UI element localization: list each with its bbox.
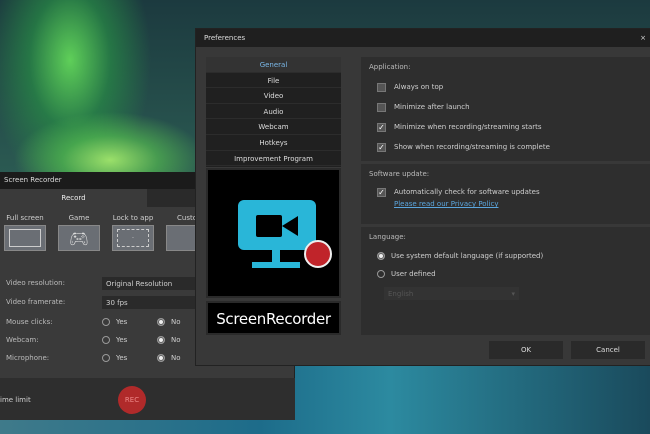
software-update-section: Software update: ✓ Automatically check fo… bbox=[361, 164, 650, 224]
framerate-label: Video framerate: bbox=[6, 298, 66, 306]
nav-video[interactable]: Video bbox=[206, 88, 341, 104]
nav-file[interactable]: File bbox=[206, 73, 341, 89]
auto-update-checkbox[interactable]: ✓ Automatically check for software update… bbox=[369, 184, 643, 200]
language-section: Language: Use system default language (i… bbox=[361, 227, 650, 335]
cancel-button[interactable]: Cancel bbox=[571, 341, 645, 359]
mouse-clicks-label: Mouse clicks: bbox=[6, 318, 53, 326]
lock-to-app-icon: · bbox=[112, 225, 154, 251]
microphone-label: Microphone: bbox=[6, 354, 50, 362]
preferences-nav: General File Video Audio Webcam Hotkeys … bbox=[206, 57, 341, 167]
check-icon: ✓ bbox=[377, 122, 386, 132]
mode-full-screen[interactable]: Full screen bbox=[4, 214, 46, 251]
check-icon: ✓ bbox=[377, 187, 386, 197]
webcam-label: Webcam: bbox=[6, 336, 39, 344]
section-title: Software update: bbox=[369, 170, 430, 178]
ok-button[interactable]: OK bbox=[489, 341, 563, 359]
privacy-policy-link[interactable]: Please read our Privacy Policy bbox=[369, 200, 643, 208]
nav-webcam[interactable]: Webcam bbox=[206, 119, 341, 135]
show-when-complete-checkbox[interactable]: ✓ Show when recording/streaming is comple… bbox=[369, 137, 643, 157]
mode-game[interactable]: Game 🎮︎ bbox=[58, 214, 100, 251]
gamepad-icon: 🎮︎ bbox=[58, 225, 100, 251]
mouse-clicks-yes[interactable]: Yes bbox=[102, 318, 157, 326]
tab-record[interactable]: Record bbox=[0, 189, 147, 207]
nav-hotkeys[interactable]: Hotkeys bbox=[206, 135, 341, 151]
mode-lock-to-app[interactable]: Lock to app · bbox=[112, 214, 154, 251]
rec-button[interactable]: REC bbox=[118, 386, 146, 414]
chevron-down-icon: ▾ bbox=[511, 290, 515, 298]
minimize-after-launch-checkbox[interactable]: Minimize after launch bbox=[369, 97, 643, 117]
preferences-dialog: Preferences × General File Video Audio We… bbox=[195, 28, 650, 366]
webcam-yes[interactable]: Yes bbox=[102, 336, 157, 344]
minimize-when-recording-checkbox[interactable]: ✓ Minimize when recording/streaming start… bbox=[369, 117, 643, 137]
always-on-top-checkbox[interactable]: Always on top bbox=[369, 77, 643, 97]
language-dropdown[interactable]: English ▾ bbox=[384, 287, 519, 300]
section-title: Language: bbox=[369, 233, 406, 241]
mode-label: Custo bbox=[177, 214, 197, 222]
mode-label: Game bbox=[68, 214, 90, 222]
dialog-title: Preferences bbox=[204, 34, 246, 42]
close-icon[interactable]: × bbox=[640, 34, 646, 42]
brand-name: ScreenRecorder bbox=[206, 301, 341, 335]
nav-audio[interactable]: Audio bbox=[206, 104, 341, 120]
nav-improvement-program[interactable]: Improvement Program bbox=[206, 151, 341, 167]
microphone-yes[interactable]: Yes bbox=[102, 354, 157, 362]
screenrecorder-logo-icon bbox=[206, 168, 341, 298]
user-defined-radio[interactable]: User defined bbox=[369, 265, 643, 283]
section-title: Application: bbox=[369, 63, 411, 71]
nav-general[interactable]: General bbox=[206, 57, 341, 73]
application-section: Application: Always on top Minimize afte… bbox=[361, 57, 650, 161]
full-screen-icon bbox=[4, 225, 46, 251]
check-icon: ✓ bbox=[377, 142, 386, 152]
time-limit-label: ime limit bbox=[0, 396, 31, 404]
mode-label: Lock to app bbox=[112, 214, 154, 222]
system-language-radio[interactable]: Use system default language (if supporte… bbox=[369, 247, 643, 265]
mode-label: Full screen bbox=[6, 214, 44, 222]
resolution-label: Video resolution: bbox=[6, 279, 65, 287]
